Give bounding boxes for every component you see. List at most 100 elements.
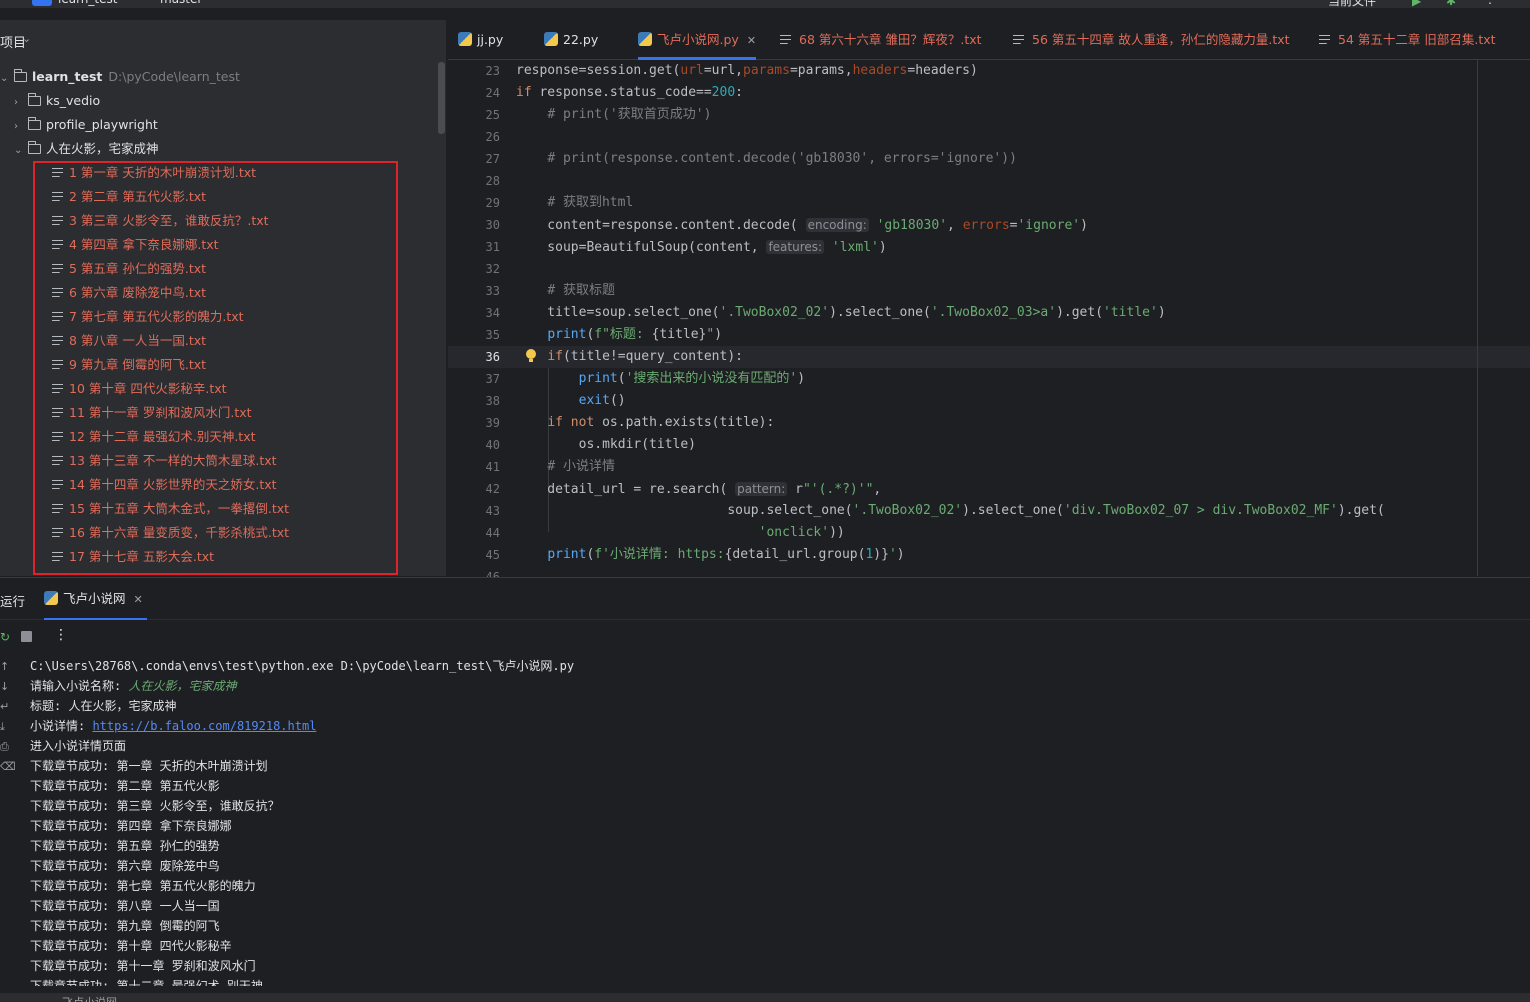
- line-number: 40: [485, 438, 500, 452]
- scroll-up-icon[interactable]: ↑: [0, 660, 12, 673]
- code-line: title=soup.select_one('.TwoBox02_02').se…: [516, 305, 1166, 320]
- panel-scrollbar[interactable]: [438, 62, 445, 134]
- text-file-icon: [1319, 35, 1330, 44]
- code-line: # 获取到html: [547, 195, 634, 210]
- console-line: 下载章节成功: 第十一章 罗刹和波风水门: [30, 959, 256, 973]
- line-number: 34: [485, 306, 500, 320]
- editor-tab[interactable]: 68 第六十六章 雏田？辉夜？.txt: [780, 20, 982, 60]
- line-number: 30: [485, 218, 500, 232]
- tree-folder[interactable]: ⌄ 人在火影，宅家成神: [14, 138, 159, 160]
- project-switcher[interactable]: learn_test: [58, 0, 117, 6]
- code-line: os.mkdir(title): [516, 437, 697, 452]
- line-number: 26: [485, 130, 500, 144]
- console-line: 下载章节成功: 第十二章 最强幻术.别天神: [30, 979, 263, 986]
- debug-icon[interactable]: ✱: [1446, 0, 1456, 8]
- editor-tab[interactable]: 56 第五十四章 故人重逢，孙仁的隐藏力量.txt: [1013, 20, 1290, 60]
- code-line: # print(response.content.decode('gb18030…: [547, 151, 1017, 166]
- run-config-selector[interactable]: 当前文件: [1328, 0, 1376, 8]
- code-line: detail_url = re.search( pattern: r"'(.*?…: [516, 482, 882, 497]
- line-number-gutter: 23 24 25 26 27 28 29 30 31 32 33 34 35 3…: [448, 60, 508, 584]
- code-line: content=response.content.decode( encodin…: [516, 218, 1088, 233]
- chevron-down-icon[interactable]: ⌄: [22, 32, 31, 45]
- line-number: 31: [485, 240, 500, 254]
- folder-icon: [27, 93, 41, 106]
- run-panel: 运行 飞卢小说网 ✕ ↻ ⋮ ↑ ↓ ↵ ⤓ ⎙ ⌫ C:\Users\28768…: [0, 577, 1530, 1002]
- editor-tab[interactable]: 22.py: [544, 20, 598, 60]
- line-number: 37: [485, 372, 500, 386]
- code-line: 'onclick')): [758, 525, 845, 540]
- line-number: 33: [485, 284, 500, 298]
- selection-highlight-box: [33, 161, 398, 575]
- scroll-down-icon[interactable]: ↓: [0, 680, 12, 693]
- folder-name: profile_playwright: [46, 117, 158, 132]
- close-icon[interactable]: ✕: [134, 593, 143, 606]
- console-line: 下载章节成功: 第三章 火影令至，谁敢反抗？: [30, 799, 280, 813]
- clear-icon[interactable]: ⌫: [0, 760, 16, 773]
- code-editor: jj.py 22.py 飞卢小说网.py ✕ 68 第六十六章 雏田？辉夜？.tx…: [448, 20, 1530, 584]
- console-line: C:\Users\28768\.conda\envs\test\python.e…: [30, 659, 575, 673]
- line-number: 29: [485, 196, 500, 210]
- console-line: 下载章节成功: 第四章 拿下奈良娜娜: [30, 819, 232, 833]
- text-file-icon: [780, 35, 791, 44]
- stop-icon[interactable]: [21, 631, 32, 642]
- tab-label: 68 第六十六章 雏田？辉夜？.txt: [799, 32, 982, 47]
- code-line: # print('获取首页成功'): [547, 107, 712, 122]
- chevron-right-icon[interactable]: ›: [14, 92, 28, 114]
- tree-folder[interactable]: › ks_vedio: [14, 90, 100, 112]
- editor-tab[interactable]: 54 第五十二章 旧部召集.txt: [1319, 20, 1496, 60]
- line-number: 28: [485, 174, 500, 188]
- project-badge-icon[interactable]: [32, 0, 52, 6]
- console-line: 下载章节成功: 第一章 夭折的木叶崩溃计划: [30, 759, 268, 773]
- run-panel-title: 运行: [0, 594, 26, 609]
- editor-tab-active[interactable]: 飞卢小说网.py ✕: [638, 20, 757, 60]
- line-number: 45: [485, 548, 500, 562]
- text-file-icon: [1013, 35, 1024, 44]
- console-line: 进入小说详情页面: [30, 739, 127, 753]
- print-icon[interactable]: ⎙: [0, 740, 12, 754]
- code-line: print(f"标题: {title}"): [547, 327, 723, 342]
- code-line: response=session.get(url=url,params=para…: [516, 63, 978, 78]
- console-line: 下载章节成功: 第六章 废除笼中鸟: [30, 859, 220, 873]
- code-area[interactable]: response=session.get(url=url,params=para…: [516, 60, 1530, 576]
- status-breadcrumb[interactable]: 飞卢小说网: [62, 994, 117, 1002]
- code-line: soup=BeautifulSoup(content, features: 'l…: [516, 240, 887, 255]
- console-link[interactable]: https://b.faloo.com/819218.html: [92, 719, 316, 733]
- code-line: if response.status_code==200:: [516, 85, 743, 100]
- console-output[interactable]: C:\Users\28768\.conda\envs\test\python.e…: [30, 656, 1520, 986]
- python-file-icon: [458, 32, 472, 46]
- run-header: 运行 飞卢小说网 ✕: [0, 578, 1530, 620]
- rerun-icon[interactable]: ↻: [0, 630, 10, 644]
- line-number: 44: [485, 526, 500, 540]
- console-user-input: 人在火影，宅家成神: [128, 679, 237, 693]
- line-number-current: 36: [485, 350, 500, 364]
- more-options-icon[interactable]: ⋮: [54, 627, 68, 643]
- more-icon[interactable]: ⋮: [1484, 0, 1496, 6]
- run-icon[interactable]: ▶: [1412, 0, 1421, 8]
- soft-wrap-icon[interactable]: ↵: [0, 700, 12, 713]
- code-line: soup.select_one('.TwoBox02_02').select_o…: [516, 503, 1385, 518]
- folder-icon: [27, 117, 41, 130]
- folder-icon: [27, 141, 41, 154]
- chevron-down-icon[interactable]: ⌄: [0, 68, 14, 90]
- line-number: 27: [485, 152, 500, 166]
- chevron-right-icon[interactable]: ›: [14, 116, 28, 138]
- console-detail-prefix: 小说详情:: [30, 719, 93, 733]
- console-line: 下载章节成功: 第九章 倒霉的阿飞: [30, 919, 220, 933]
- root-path: D:\pyCode\learn_test: [108, 69, 240, 84]
- chevron-down-icon[interactable]: ⌄: [14, 140, 28, 162]
- console-line: 请输入小说名称: 人在火影，宅家成神: [30, 676, 1520, 696]
- editor-tab[interactable]: jj.py: [458, 20, 503, 60]
- line-number: 43: [485, 504, 500, 518]
- tree-root[interactable]: ⌄ learn_test D:\pyCode\learn_test: [0, 66, 240, 88]
- tab-label: 54 第五十二章 旧部召集.txt: [1338, 32, 1496, 47]
- code-line: print(f'小说详情: https:{detail_url.group(1)…: [547, 547, 905, 562]
- line-number: 42: [485, 482, 500, 496]
- title-bar: learn_test master 当前文件 ▶ ✱ ⋮: [0, 0, 1530, 8]
- scroll-to-end-icon[interactable]: ⤓: [0, 720, 12, 734]
- folder-icon: [13, 69, 27, 82]
- close-icon[interactable]: ✕: [747, 34, 756, 47]
- tree-folder[interactable]: › profile_playwright: [14, 114, 158, 136]
- line-number: 25: [485, 108, 500, 122]
- run-tab[interactable]: 飞卢小说网 ✕: [44, 578, 147, 620]
- branch-switcher[interactable]: master: [160, 0, 202, 6]
